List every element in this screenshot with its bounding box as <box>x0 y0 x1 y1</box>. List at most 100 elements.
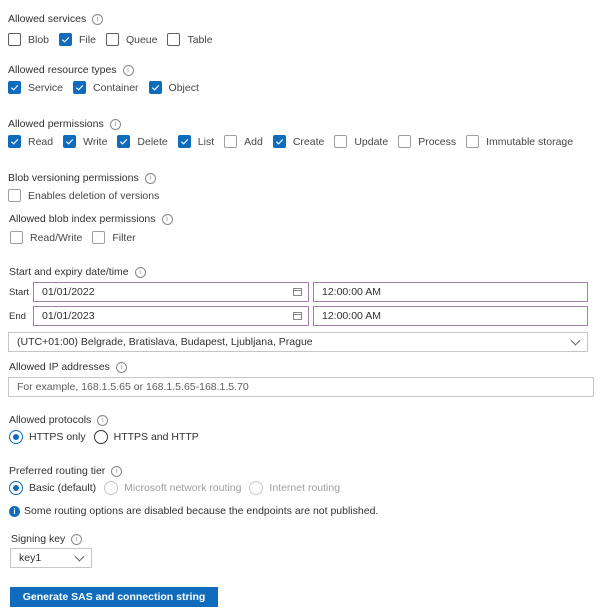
checkbox-box[interactable] <box>105 33 119 46</box>
checkbox-immutable-storage[interactable]: Immutable storage <box>466 135 573 148</box>
checkbox-box[interactable] <box>117 135 131 148</box>
checkbox-box[interactable] <box>334 135 348 148</box>
checkbox-box[interactable] <box>466 135 480 148</box>
signing-key-label: Signing key i <box>11 533 83 545</box>
blob-index-text: Allowed blob index permissions <box>9 213 156 225</box>
routing-info-text: Some routing options are disabled becaus… <box>24 505 379 517</box>
radio-internet-routing: Internet routing <box>249 481 340 495</box>
checkbox-label: Process <box>418 135 457 148</box>
checkbox-read[interactable]: Read <box>8 135 53 148</box>
checkbox-container[interactable]: Container <box>73 81 139 94</box>
checkbox-box[interactable] <box>148 81 162 94</box>
timezone-dropdown[interactable]: (UTC+01:00) Belgrade, Bratislava, Budape… <box>8 332 588 352</box>
checkbox-update[interactable]: Update <box>334 135 388 148</box>
radio-dot[interactable] <box>93 430 108 444</box>
allowed-permissions-text: Allowed permissions <box>8 118 104 130</box>
checkmark-icon <box>10 84 19 91</box>
info-icon[interactable]: i <box>115 362 127 373</box>
protocols-group: HTTPS only HTTPS and HTTP <box>9 430 207 444</box>
checkbox-label: Write <box>83 135 108 148</box>
radio-label: HTTPS only <box>29 431 86 443</box>
checkmark-icon <box>75 84 84 91</box>
checkbox-table[interactable]: Table <box>167 33 213 46</box>
checkbox-enables-deletion-of-versions[interactable]: Enables deletion of versions <box>8 189 159 202</box>
checkbox-process[interactable]: Process <box>398 135 456 148</box>
checkbox-list[interactable]: List <box>177 135 214 148</box>
checkbox-box[interactable] <box>398 135 412 148</box>
checkbox-write[interactable]: Write <box>63 135 107 148</box>
checkbox-create[interactable]: Create <box>272 135 324 148</box>
info-icon[interactable]: i <box>161 214 173 225</box>
checkbox-filter[interactable]: Filter <box>92 231 136 244</box>
radio-dot[interactable] <box>9 481 23 495</box>
checkbox-box[interactable] <box>8 81 21 94</box>
info-icon[interactable]: i <box>122 65 134 76</box>
versioning-group: Enables deletion of versions <box>8 189 169 202</box>
generate-sas-button[interactable]: Generate SAS and connection string <box>10 587 218 607</box>
start-time-input[interactable]: 12:00:00 AM <box>313 282 588 302</box>
allowed-resource-types-text: Allowed resource types <box>8 64 117 76</box>
checkbox-object[interactable]: Object <box>148 81 199 94</box>
checkbox-box[interactable] <box>63 135 77 148</box>
checkbox-read-write[interactable]: Read/Write <box>10 231 82 244</box>
timezone-value: (UTC+01:00) Belgrade, Bratislava, Budape… <box>17 336 313 348</box>
info-icon[interactable]: i <box>134 267 146 278</box>
checkbox-label: Read/Write <box>30 231 83 244</box>
end-time-input[interactable]: 12:00:00 AM <box>313 306 588 326</box>
end-label: End <box>9 311 26 322</box>
info-icon[interactable]: i <box>92 14 104 25</box>
checkbox-box[interactable] <box>224 135 238 148</box>
routing-tier-text: Preferred routing tier <box>9 465 106 477</box>
checkbox-box[interactable] <box>167 33 181 46</box>
checkbox-add[interactable]: Add <box>224 135 263 148</box>
checkbox-queue[interactable]: Queue <box>105 33 158 46</box>
info-icon[interactable]: i <box>144 173 156 184</box>
radio-https-and-http[interactable]: HTTPS and HTTP <box>93 430 199 444</box>
checkbox-label: Read <box>28 135 54 148</box>
checkbox-box[interactable] <box>73 81 87 94</box>
info-icon[interactable]: i <box>97 415 109 426</box>
checkbox-label: Service <box>28 81 64 94</box>
checkmark-icon <box>151 84 159 91</box>
calendar-icon[interactable] <box>293 312 302 320</box>
checkbox-blob[interactable]: Blob <box>8 33 49 46</box>
info-icon[interactable]: i <box>109 119 121 130</box>
radio-dot[interactable] <box>9 430 23 444</box>
checkbox-label: Object <box>168 81 199 94</box>
allowed-ip-input[interactable]: For example, 168.1.5.65 or 168.1.5.65-16… <box>8 377 594 397</box>
allowed-permissions-label: Allowed permissions i <box>8 118 121 130</box>
checkbox-label: Blob <box>28 33 50 46</box>
checkbox-file[interactable]: File <box>59 33 96 46</box>
radio-label: Basic (default) <box>29 482 97 494</box>
checkbox-box[interactable] <box>8 189 21 202</box>
checkbox-box[interactable] <box>8 33 21 46</box>
info-icon[interactable]: i <box>111 466 123 477</box>
checkbox-label: Update <box>354 135 389 148</box>
radio-https-only[interactable]: HTTPS only <box>9 430 86 444</box>
checkbox-box[interactable] <box>59 33 73 46</box>
checkbox-service[interactable]: Service <box>8 81 63 94</box>
checkbox-label: Table <box>187 33 213 46</box>
checkbox-box[interactable] <box>92 231 106 244</box>
checkmark-icon <box>180 138 189 145</box>
checkbox-box[interactable] <box>272 135 286 148</box>
checkbox-label: Queue <box>125 33 158 46</box>
checkbox-delete[interactable]: Delete <box>117 135 168 148</box>
end-date-input[interactable]: 01/01/2023 <box>33 306 309 326</box>
signing-key-dropdown[interactable]: key1 <box>10 548 92 568</box>
radio-basic[interactable]: Basic (default) <box>9 481 96 495</box>
start-date-input[interactable]: 01/01/2022 <box>33 282 309 302</box>
blob-versioning-text: Blob versioning permissions <box>8 172 139 184</box>
checkmark-icon <box>120 138 128 145</box>
checkbox-box[interactable] <box>8 135 21 148</box>
checkbox-box[interactable] <box>10 231 23 244</box>
checkbox-label: File <box>79 33 96 46</box>
checkbox-box[interactable] <box>177 135 191 148</box>
blob-versioning-label: Blob versioning permissions i <box>8 172 156 184</box>
info-icon[interactable]: i <box>71 534 83 545</box>
checkbox-label: Container <box>93 81 139 94</box>
radio-dot <box>249 481 264 495</box>
allowed-resource-types-label: Allowed resource types i <box>8 64 134 76</box>
allowed-ip-text: Allowed IP addresses <box>9 361 110 373</box>
calendar-icon[interactable] <box>293 288 302 296</box>
